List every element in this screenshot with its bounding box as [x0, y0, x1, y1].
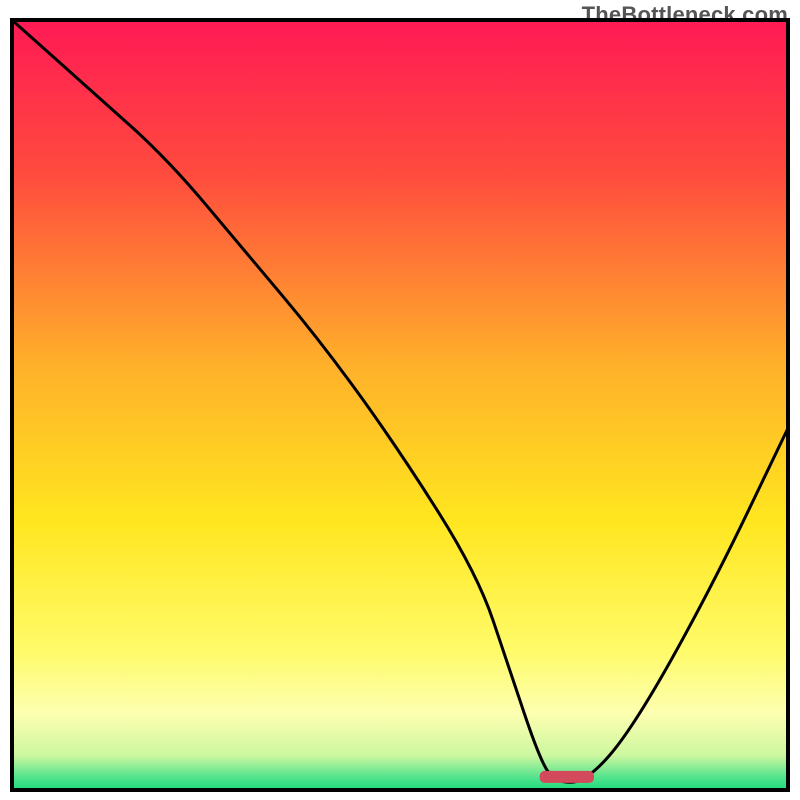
plot-area: [10, 18, 790, 792]
gradient-background: [12, 20, 788, 790]
bottleneck-chart: TheBottleneck.com: [0, 0, 800, 800]
optimal-marker: [540, 771, 594, 783]
